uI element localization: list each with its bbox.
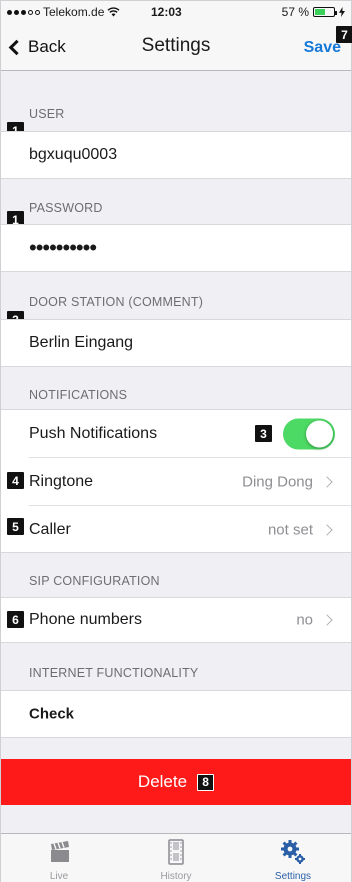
username-value: bgxuqu0003 — [29, 146, 118, 163]
signal-strength-icon — [7, 9, 40, 15]
phone-numbers-label: Phone numbers — [29, 611, 142, 628]
film-icon — [168, 839, 184, 865]
back-label: Back — [28, 37, 66, 56]
check-label: Check — [29, 705, 75, 723]
phone-numbers-value: no — [296, 611, 313, 629]
ringtone-value: Ding Dong — [242, 473, 313, 491]
door-station-value: Berlin Eingang — [29, 334, 134, 351]
battery-icon — [313, 7, 337, 17]
clapperboard-icon — [51, 841, 69, 862]
chevron-right-icon — [321, 524, 333, 536]
gears-icon — [281, 840, 305, 864]
notifications-group: Push Notifications 3 Ringtone Ding Dong … — [1, 409, 351, 553]
tab-live[interactable]: Live — [1, 834, 117, 882]
chevron-right-icon — [321, 614, 333, 626]
check-button[interactable]: Check — [1, 690, 351, 738]
caller-label: Caller — [29, 521, 71, 538]
callout-badge-3: 3 — [255, 425, 272, 442]
tab-live-label: Live — [49, 871, 69, 882]
back-button[interactable]: Back — [8, 37, 66, 57]
section-header-password: PASSWORD — [29, 201, 103, 215]
tab-settings-label: Settings — [274, 871, 312, 882]
callout-badge-4: 4 — [7, 472, 24, 489]
tab-history[interactable]: History — [118, 834, 234, 882]
caller-row[interactable]: Caller not set — [1, 506, 351, 554]
chevron-left-icon — [8, 39, 25, 56]
section-header-user: USER — [29, 107, 65, 121]
callout-badge-7: 7 — [336, 26, 352, 43]
settings-screen: Telekom.de 12:03 57 % Back Settings Save… — [0, 0, 352, 882]
tab-bar: Live History Settings — [1, 833, 351, 882]
delete-label: Delete — [137, 772, 188, 791]
tab-settings[interactable]: Settings — [235, 834, 351, 882]
charging-bolt-icon — [339, 7, 345, 17]
callout-badge-5: 5 — [7, 518, 24, 535]
delete-button[interactable]: Delete 8 — [1, 759, 351, 805]
status-bar: Telekom.de 12:03 57 % — [1, 1, 351, 23]
section-header-sip: SIP CONFIGURATION — [29, 574, 160, 588]
username-field[interactable]: bgxuqu0003 — [1, 131, 351, 179]
tab-history-label: History — [160, 871, 192, 882]
password-masked-value: •••••••••• — [29, 235, 97, 260]
section-header-door-station: DOOR STATION (COMMENT) — [29, 295, 204, 309]
battery-percent: 57 % — [281, 5, 309, 19]
ringtone-label: Ringtone — [29, 473, 94, 490]
chevron-right-icon — [321, 476, 333, 488]
caller-value: not set — [267, 521, 313, 539]
wifi-icon — [107, 7, 120, 17]
carrier-signal: Telekom.de — [7, 5, 120, 19]
carrier-name: Telekom.de — [43, 5, 105, 19]
section-header-internet: INTERNET FUNCTIONALITY — [29, 666, 199, 680]
push-notifications-toggle[interactable] — [283, 418, 335, 450]
battery-status: 57 % — [282, 5, 345, 19]
password-field[interactable]: •••••••••• — [1, 224, 351, 272]
clock: 12:03 — [151, 5, 182, 19]
callout-badge-6: 6 — [7, 611, 24, 628]
callout-badge-8: 8 — [197, 773, 215, 791]
toggle-knob — [306, 420, 333, 448]
navigation-bar: Back Settings Save — [1, 23, 351, 71]
ringtone-row[interactable]: Ringtone Ding Dong — [1, 458, 351, 506]
push-notifications-label: Push Notifications — [29, 425, 158, 442]
phone-numbers-row[interactable]: Phone numbers no — [1, 597, 351, 643]
door-station-comment-field[interactable]: Berlin Eingang — [1, 319, 351, 367]
section-header-notifications: NOTIFICATIONS — [29, 388, 128, 402]
